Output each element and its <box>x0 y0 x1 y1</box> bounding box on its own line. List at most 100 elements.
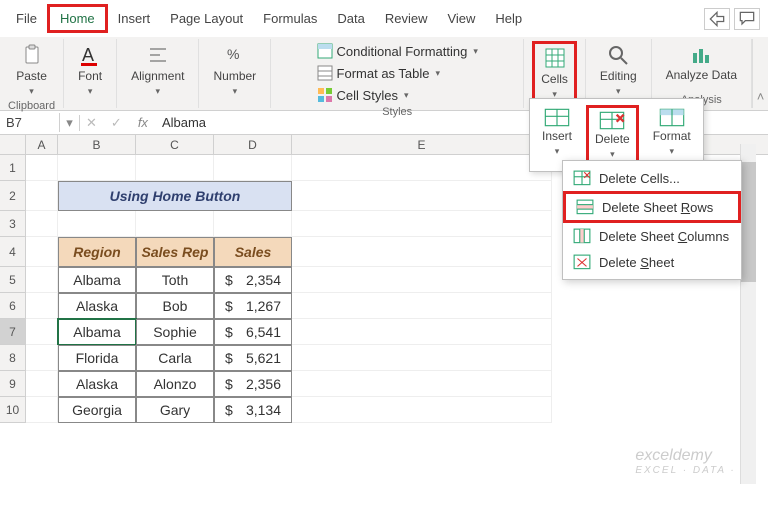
svg-text:A: A <box>82 45 94 65</box>
cell-styles-button[interactable]: Cell Styles▾ <box>313 85 413 105</box>
cell-d9[interactable]: $2,356 <box>214 371 292 397</box>
vertical-scrollbar[interactable] <box>740 144 756 484</box>
cell-c5[interactable]: Toth <box>136 267 214 293</box>
format-as-table-button[interactable]: Format as Table▾ <box>313 63 445 83</box>
share-icon[interactable] <box>704 8 730 30</box>
row-header-1[interactable]: 1 <box>0 155 26 181</box>
paste-button[interactable]: Paste <box>10 41 53 99</box>
number-label: Number <box>213 69 256 83</box>
cell-b8[interactable]: Florida <box>58 345 136 371</box>
row-header-5[interactable]: 5 <box>0 267 26 293</box>
col-header-c[interactable]: C <box>136 135 214 154</box>
cell-d7[interactable]: $6,541 <box>214 319 292 345</box>
row-header-3[interactable]: 3 <box>0 211 26 237</box>
row-header-7[interactable]: 7 <box>0 319 26 345</box>
th-region[interactable]: Region <box>58 237 136 267</box>
select-all-corner[interactable] <box>0 135 26 154</box>
menu-page-layout[interactable]: Page Layout <box>160 7 253 30</box>
menu-delete-sheet-rows[interactable]: Delete Sheet Rows <box>563 191 741 223</box>
svg-text:%: % <box>227 46 239 62</box>
menu-home[interactable]: Home <box>47 4 108 33</box>
col-header-e[interactable]: E <box>292 135 552 154</box>
comments-icon[interactable] <box>734 8 760 30</box>
menu-data[interactable]: Data <box>327 7 374 30</box>
format-cells-button[interactable]: Format <box>647 105 697 165</box>
menu-delete-cells[interactable]: Delete Cells... <box>563 165 741 191</box>
paste-icon <box>20 43 44 67</box>
number-button[interactable]: % Number <box>207 41 262 99</box>
th-rep[interactable]: Sales Rep <box>136 237 214 267</box>
row-header-2[interactable]: 2 <box>0 181 26 211</box>
alignment-icon <box>146 43 170 67</box>
delete-cols-label: Delete Sheet Columns <box>599 229 729 244</box>
font-button[interactable]: A Font <box>72 41 108 99</box>
name-box-chevron[interactable]: ▾ <box>60 115 80 131</box>
cell-b5[interactable]: Albama <box>58 267 136 293</box>
analyze-icon <box>689 43 713 67</box>
cond-fmt-label: Conditional Formatting <box>337 44 468 59</box>
cell-d10[interactable]: $3,134 <box>214 397 292 423</box>
paste-label: Paste <box>16 69 47 83</box>
watermark-tag: EXCEL · DATA · BI <box>635 465 754 476</box>
th-sales[interactable]: Sales <box>214 237 292 267</box>
accept-formula-icon[interactable]: ✓ <box>111 115 122 131</box>
row-header-6[interactable]: 6 <box>0 293 26 319</box>
insert-cells-button[interactable]: Insert <box>536 105 578 165</box>
fx-icon[interactable]: fx <box>130 115 156 130</box>
row-header-8[interactable]: 8 <box>0 345 26 371</box>
row-header-9[interactable]: 9 <box>0 371 26 397</box>
format-label: Format <box>653 129 691 143</box>
col-header-d[interactable]: D <box>214 135 292 154</box>
cells-button[interactable]: Cells <box>532 41 577 105</box>
font-icon: A <box>78 43 102 67</box>
name-box[interactable]: B7 <box>0 113 60 132</box>
cell-d5[interactable]: $2,354 <box>214 267 292 293</box>
col-header-b[interactable]: B <box>58 135 136 154</box>
cell-c8[interactable]: Carla <box>136 345 214 371</box>
delete-sheet-icon <box>573 254 591 270</box>
menu-review[interactable]: Review <box>375 7 438 30</box>
row-header-4[interactable]: 4 <box>0 237 26 267</box>
menu-delete-sheet-columns[interactable]: Delete Sheet Columns <box>563 223 741 249</box>
delete-cells-button[interactable]: Delete <box>586 105 639 165</box>
delete-sheet-label: Delete Sheet <box>599 255 674 270</box>
cell-b9[interactable]: Alaska <box>58 371 136 397</box>
editing-button[interactable]: Editing <box>594 41 643 99</box>
cancel-formula-icon[interactable]: ✕ <box>80 115 103 131</box>
menu-file[interactable]: File <box>6 7 47 30</box>
cell-c7[interactable]: Sophie <box>136 319 214 345</box>
ribbon-group-styles: Conditional Formatting▾ Format as Table▾… <box>271 39 524 108</box>
scrollbar-thumb[interactable] <box>741 162 756 282</box>
cell-d8[interactable]: $5,621 <box>214 345 292 371</box>
insert-label: Insert <box>542 129 572 143</box>
title-cell[interactable]: Using Home Button <box>58 181 292 211</box>
menu-delete-sheet[interactable]: Delete Sheet <box>563 249 741 275</box>
fmt-table-label: Format as Table <box>337 66 430 81</box>
menu-view[interactable]: View <box>437 7 485 30</box>
delete-cells-menu-icon <box>573 170 591 186</box>
cell-b7[interactable]: Albama <box>58 319 136 345</box>
cell-d6[interactable]: $1,267 <box>214 293 292 319</box>
cell-c10[interactable]: Gary <box>136 397 214 423</box>
cell-b10[interactable]: Georgia <box>58 397 136 423</box>
analyze-data-button[interactable]: Analyze Data <box>660 41 743 84</box>
alignment-button[interactable]: Alignment <box>125 41 190 99</box>
clipboard-group-label: Clipboard <box>8 99 55 114</box>
menu-help[interactable]: Help <box>485 7 532 30</box>
cells-label: Cells <box>541 72 568 86</box>
cell-c6[interactable]: Bob <box>136 293 214 319</box>
ribbon-group-number: % Number <box>199 39 271 108</box>
menu-insert[interactable]: Insert <box>108 7 161 30</box>
cell-c9[interactable]: Alonzo <box>136 371 214 397</box>
ribbon-collapse-chevron[interactable]: ˄ <box>752 39 768 108</box>
fmt-table-icon <box>317 65 333 81</box>
col-header-a[interactable]: A <box>26 135 58 154</box>
menu-formulas[interactable]: Formulas <box>253 7 327 30</box>
delete-cells-icon <box>598 110 626 130</box>
cell-b6[interactable]: Alaska <box>58 293 136 319</box>
row-header-10[interactable]: 10 <box>0 397 26 423</box>
delete-rows-label: Delete Sheet Rows <box>602 200 713 215</box>
delete-rows-icon <box>576 199 594 215</box>
delete-label: Delete <box>595 132 630 146</box>
conditional-formatting-button[interactable]: Conditional Formatting▾ <box>313 41 482 61</box>
